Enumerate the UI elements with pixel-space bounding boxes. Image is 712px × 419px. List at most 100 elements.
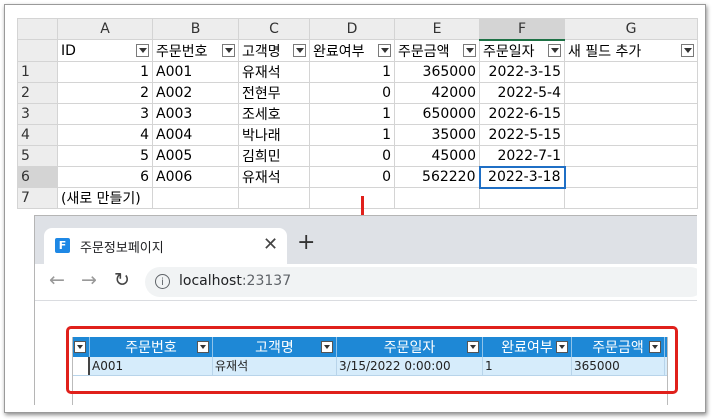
cell-customer[interactable]: 박나래 — [238, 124, 310, 146]
cell-completed[interactable]: 1 — [309, 124, 395, 146]
cell-date[interactable]: 2022-5-15 — [479, 124, 565, 146]
field-header-completed[interactable]: 완료여부 — [309, 39, 395, 62]
cell-order-no[interactable]: A003 — [152, 103, 239, 125]
field-header-customer[interactable]: 고객명 — [238, 39, 310, 62]
field-header-id[interactable]: ID — [57, 39, 153, 62]
cell-completed[interactable]: 0 — [309, 82, 395, 104]
row-header[interactable]: 3 — [17, 103, 58, 125]
filter-dropdown-icon[interactable] — [293, 44, 306, 57]
url-host: localhost — [179, 273, 242, 289]
cell-empty[interactable] — [238, 187, 310, 209]
cell-empty[interactable] — [564, 82, 698, 104]
filter-dropdown-icon[interactable] — [681, 44, 694, 57]
cell-empty[interactable] — [152, 187, 239, 209]
close-tab-icon[interactable]: ✕ — [263, 234, 278, 255]
row-header-blank[interactable] — [17, 39, 58, 62]
corner-cell[interactable] — [17, 18, 58, 40]
table-row: 6 6 A006 유재석 0 562220 2022-3-18 — [17, 165, 698, 189]
cell-customer[interactable]: 김희민 — [238, 145, 310, 167]
cell-customer[interactable]: 조세호 — [238, 103, 310, 125]
row-header[interactable]: 6 — [17, 166, 58, 188]
row-header[interactable]: 5 — [17, 145, 58, 167]
cell-empty[interactable] — [479, 187, 565, 209]
filter-dropdown-icon[interactable] — [463, 44, 476, 57]
cell-amount[interactable]: 42000 — [394, 82, 480, 104]
filter-dropdown-icon[interactable] — [222, 44, 235, 57]
cell-empty[interactable] — [564, 145, 698, 167]
field-header-order-no[interactable]: 주문번호 — [152, 39, 239, 62]
field-header-label: 고객명 — [242, 43, 281, 60]
filter-dropdown-icon[interactable] — [548, 44, 561, 58]
new-record-row: 7 (새로 만들기) — [17, 187, 698, 209]
cell-empty[interactable] — [309, 187, 395, 209]
column-header-g[interactable]: G — [564, 18, 698, 40]
filter-dropdown-icon[interactable] — [136, 44, 149, 57]
column-header-e[interactable]: E — [394, 18, 480, 40]
cell-id[interactable]: 3 — [57, 103, 153, 125]
field-header-label: 주문번호 — [156, 43, 208, 60]
cell-amount[interactable]: 562220 — [394, 166, 480, 188]
cell-empty[interactable] — [564, 61, 698, 83]
column-header-a[interactable]: A — [57, 18, 153, 40]
cell-amount[interactable]: 45000 — [394, 145, 480, 167]
cell-customer[interactable]: 유재석 — [238, 166, 310, 188]
reload-icon[interactable]: ↻ — [114, 269, 130, 291]
cell-id[interactable]: 1 — [57, 61, 153, 83]
row-header[interactable]: 7 — [17, 187, 58, 209]
cell-completed[interactable]: 0 — [309, 166, 395, 188]
field-header-label: 완료여부 — [313, 43, 365, 60]
table-row: 3 3 A003 조세호 1 650000 2022-6-15 — [17, 103, 698, 125]
field-header-label: 새 필드 추가 — [568, 43, 642, 60]
field-header-add-new[interactable]: 새 필드 추가 — [564, 39, 698, 62]
spreadsheet-grid: A B C D E F G ID 주문번호 고객명 완료여부 주문금액 주문일자… — [17, 18, 698, 209]
cell-id[interactable]: 6 — [57, 166, 153, 188]
cell-empty[interactable] — [564, 166, 698, 188]
column-header-c[interactable]: C — [238, 18, 310, 40]
row-header[interactable]: 1 — [17, 61, 58, 83]
cell-empty[interactable] — [564, 103, 698, 125]
new-tab-button[interactable]: + — [297, 230, 315, 255]
cell-order-no[interactable]: A004 — [152, 124, 239, 146]
cell-empty[interactable] — [564, 124, 698, 146]
column-header-row: A B C D E F G — [17, 18, 698, 41]
active-cell-date[interactable]: 2022-3-18 — [478, 165, 566, 189]
forward-arrow-icon[interactable]: → — [81, 269, 97, 291]
cell-completed[interactable]: 1 — [309, 61, 395, 83]
column-header-b[interactable]: B — [152, 18, 239, 40]
cell-amount[interactable]: 35000 — [394, 124, 480, 146]
cell-id[interactable]: 4 — [57, 124, 153, 146]
site-info-icon[interactable]: i — [155, 274, 170, 289]
cell-empty[interactable] — [394, 187, 480, 209]
cell-amount[interactable]: 365000 — [394, 61, 480, 83]
cell-customer[interactable]: 유재석 — [238, 61, 310, 83]
cell-id[interactable]: 2 — [57, 82, 153, 104]
tab-title: 주문정보페이지 — [80, 241, 164, 256]
cell-completed[interactable]: 1 — [309, 103, 395, 125]
cell-id[interactable]: 5 — [57, 145, 153, 167]
column-header-f[interactable]: F — [479, 18, 565, 41]
column-header-d[interactable]: D — [309, 18, 395, 40]
cell-customer[interactable]: 전현무 — [238, 82, 310, 104]
url-text: localhost:23137 — [179, 273, 291, 289]
cell-completed[interactable]: 0 — [309, 145, 395, 167]
filter-dropdown-icon[interactable] — [378, 44, 391, 57]
row-header[interactable]: 2 — [17, 82, 58, 104]
cell-amount[interactable]: 650000 — [394, 103, 480, 125]
back-arrow-icon[interactable]: ← — [49, 269, 65, 291]
cell-date[interactable]: 2022-6-15 — [479, 103, 565, 125]
cell-date[interactable]: 2022-5-4 — [479, 82, 565, 104]
cell-order-no[interactable]: A002 — [152, 82, 239, 104]
address-bar[interactable]: i localhost:23137 — [145, 267, 697, 297]
field-header-amount[interactable]: 주문금액 — [394, 39, 480, 62]
cell-date[interactable]: 2022-7-1 — [479, 145, 565, 167]
field-header-label: ID — [61, 42, 76, 59]
cell-order-no[interactable]: A006 — [152, 166, 239, 188]
row-header[interactable]: 4 — [17, 124, 58, 146]
browser-tab[interactable]: F 주문정보페이지 ✕ — [44, 228, 287, 264]
new-record-cell[interactable]: (새로 만들기) — [57, 187, 153, 209]
field-header-date[interactable]: 주문일자 — [479, 39, 565, 62]
cell-order-no[interactable]: A005 — [152, 145, 239, 167]
cell-date[interactable]: 2022-3-15 — [479, 61, 565, 83]
cell-empty[interactable] — [564, 187, 698, 209]
cell-order-no[interactable]: A001 — [152, 61, 239, 83]
